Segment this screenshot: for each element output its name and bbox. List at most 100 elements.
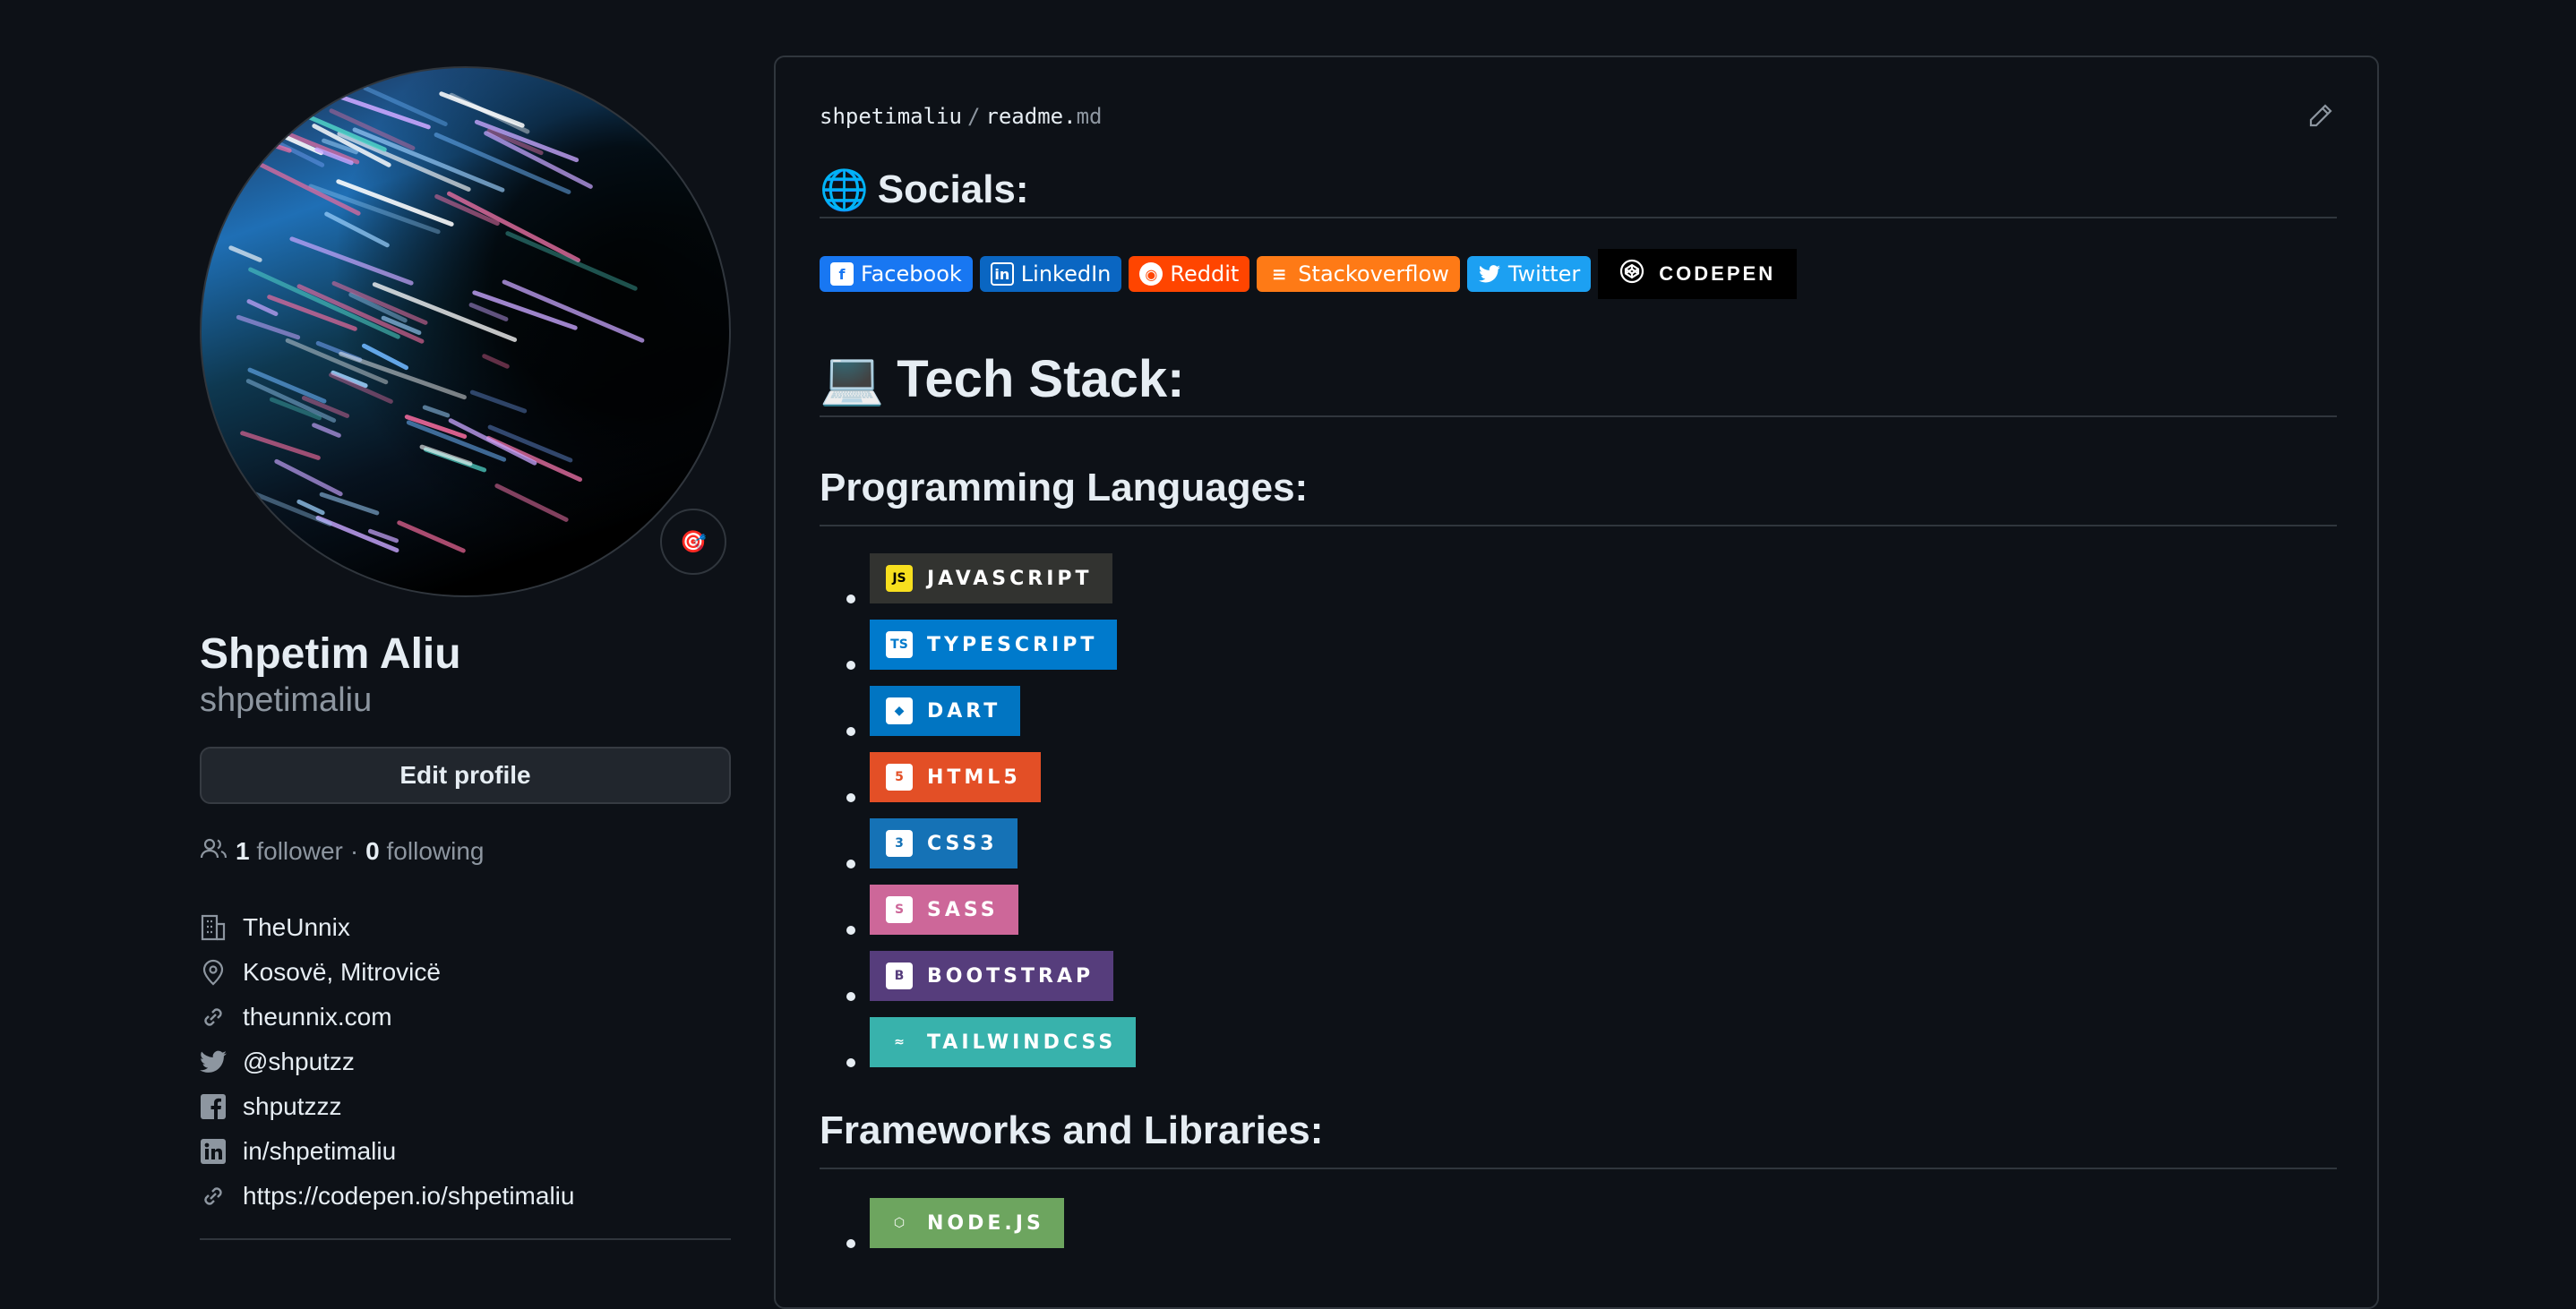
badge-label: SASS xyxy=(927,898,999,921)
readme-content: 🌐 Socials: f Facebook in LinkedIn ◉ Redd… xyxy=(820,163,2337,1264)
detail-text: Kosovë, Mitrovicë xyxy=(243,957,441,986)
facebook-icon: f xyxy=(830,262,854,286)
badge-label: NODE.JS xyxy=(927,1211,1044,1235)
following-link[interactable]: 0 following xyxy=(365,837,484,866)
detail-website[interactable]: theunnix.com xyxy=(200,995,731,1040)
followers-count: 1 xyxy=(236,837,250,866)
avatar-code-streak xyxy=(319,492,380,517)
tech-stack-heading-text: Tech Stack: xyxy=(897,349,1185,408)
sass-icon: S xyxy=(886,896,913,923)
linkedin-badge[interactable]: in LinkedIn xyxy=(979,256,1122,292)
location-icon xyxy=(200,958,243,987)
badge-label: CSS3 xyxy=(927,832,998,855)
badge-label: HTML5 xyxy=(927,766,1021,789)
bootstrap-badge[interactable]: B BOOTSTRAP xyxy=(870,951,1114,1001)
badge-label: Twitter xyxy=(1507,261,1581,287)
facebook-icon xyxy=(200,1093,243,1120)
sidebar-divider xyxy=(200,1237,731,1240)
readme-owner-link[interactable]: shpetimaliu xyxy=(820,104,962,129)
avatar-code-streak xyxy=(235,314,301,340)
tech-stack-heading: 💻 Tech Stack: xyxy=(820,342,2337,415)
path-separator: / xyxy=(966,104,981,129)
status-emoji: 🎯 xyxy=(680,529,707,554)
linkedin-icon: in xyxy=(990,262,1014,286)
typescript-icon: TS xyxy=(886,631,913,658)
follow-separator: · xyxy=(349,837,359,866)
avatar-code-streak xyxy=(307,183,442,235)
list-item: B BOOTSTRAP xyxy=(820,951,2337,1017)
status-button[interactable]: 🎯 xyxy=(660,509,726,575)
list-item: ⬡ NODE.JS xyxy=(820,1198,2337,1264)
reddit-badge[interactable]: ◉ Reddit xyxy=(1129,256,1250,292)
list-item: 3 CSS3 xyxy=(820,818,2337,885)
avatar-code-streak xyxy=(469,389,528,415)
avatar-code-streak xyxy=(288,235,415,286)
html5-badge[interactable]: 5 HTML5 xyxy=(870,752,1041,802)
detail-text: in/shpetimaliu xyxy=(243,1136,397,1165)
avatar[interactable] xyxy=(200,66,731,597)
codepen-label: CODEPEN xyxy=(1659,262,1776,285)
detail-linkedin[interactable]: in/shpetimaliu xyxy=(200,1129,731,1174)
avatar-container: 🎯 xyxy=(200,66,731,601)
badge-label: JAVASCRIPT xyxy=(927,567,1093,590)
dart-badge[interactable]: ◆ DART xyxy=(870,686,1021,736)
tailwindcss-icon: ≈ xyxy=(894,1035,905,1049)
avatar-code-streak xyxy=(403,414,468,441)
javascript-icon: JS xyxy=(886,565,913,592)
avatar-code-streak xyxy=(422,404,451,418)
avatar-code-streak xyxy=(504,230,639,293)
linkedin-icon xyxy=(200,1138,243,1165)
css3-badge[interactable]: 3 CSS3 xyxy=(870,818,1018,868)
typescript-badge[interactable]: TS TYPESCRIPT xyxy=(870,620,1118,670)
social-badges: f Facebook in LinkedIn ◉ Reddit ≡ Stacko… xyxy=(820,249,2337,299)
avatar-code-streak xyxy=(494,483,570,524)
detail-codepen[interactable]: https://codepen.io/shpetimaliu xyxy=(200,1174,731,1219)
dart-icon: ◆ xyxy=(886,697,913,724)
badge-label: LinkedIn xyxy=(1020,261,1112,287)
tailwindcss-badge[interactable]: ≈ TAILWINDCSS xyxy=(870,1017,1137,1067)
heading-divider xyxy=(820,217,2337,218)
profile-username: shpetimaliu xyxy=(200,681,373,720)
heading-divider xyxy=(820,1168,2337,1169)
html5-icon: 5 xyxy=(886,764,913,791)
stackoverflow-badge[interactable]: ≡ Stackoverflow xyxy=(1257,256,1460,292)
detail-facebook[interactable]: shputzzz xyxy=(200,1084,731,1129)
badge-label: TYPESCRIPT xyxy=(927,633,1098,656)
avatar-code-streak xyxy=(245,298,279,317)
edit-pencil-icon[interactable] xyxy=(2307,102,2334,133)
nodejs-badge[interactable]: ⬡ NODE.JS xyxy=(870,1198,1064,1248)
twitter-badge[interactable]: Twitter xyxy=(1466,256,1592,292)
list-item: ≈ TAILWINDCSS xyxy=(820,1017,2337,1083)
list-item: ◆ DART xyxy=(820,686,2337,752)
avatar-code-streak xyxy=(273,458,344,498)
detail-twitter[interactable]: @shputzz xyxy=(200,1040,731,1084)
followers-link[interactable]: 1 follower xyxy=(236,837,343,866)
avatar-code-streak xyxy=(446,191,582,264)
profile-sidebar: 🎯 Shpetim Aliu shpetimaliu Edit profile … xyxy=(200,66,731,1240)
detail-location: Kosovë, Mitrovicë xyxy=(200,950,731,995)
codepen-badge[interactable]: CODEPEN xyxy=(1598,249,1798,299)
languages-list: JS JAVASCRIPT TS TYPESCRIPT ◆ DART 5 HTML5 3… xyxy=(820,553,2337,1083)
follow-stats: 1 follower · 0 following xyxy=(200,836,731,868)
avatar-code-streak xyxy=(323,210,391,249)
avatar-code-streak xyxy=(239,430,322,460)
socials-heading: 🌐 Socials: xyxy=(820,163,2337,217)
reddit-icon: ◉ xyxy=(1139,262,1163,286)
detail-text: https://codepen.io/shpetimaliu xyxy=(243,1181,575,1210)
profile-full-name: Shpetim Aliu xyxy=(200,630,461,678)
css3-icon: 3 xyxy=(886,830,913,857)
avatar-code-streak xyxy=(337,351,468,401)
followers-label: follower xyxy=(256,837,343,866)
javascript-badge[interactable]: JS JAVASCRIPT xyxy=(870,553,1112,603)
detail-text: theunnix.com xyxy=(243,1002,392,1031)
twitter-icon xyxy=(200,1050,243,1074)
edit-profile-button[interactable]: Edit profile xyxy=(200,746,731,804)
link-icon xyxy=(200,1183,243,1210)
facebook-badge[interactable]: f Facebook xyxy=(820,256,973,292)
bootstrap-icon: B xyxy=(886,962,913,989)
detail-organization: TheUnnix xyxy=(200,905,731,950)
languages-heading: Programming Languages: xyxy=(820,466,1309,509)
sass-badge[interactable]: S SASS xyxy=(870,885,1018,935)
readme-card: shpetimaliu / readme.md 🌐 Socials: f Faceb… xyxy=(774,56,2379,1309)
avatar-code-streak xyxy=(228,244,262,263)
